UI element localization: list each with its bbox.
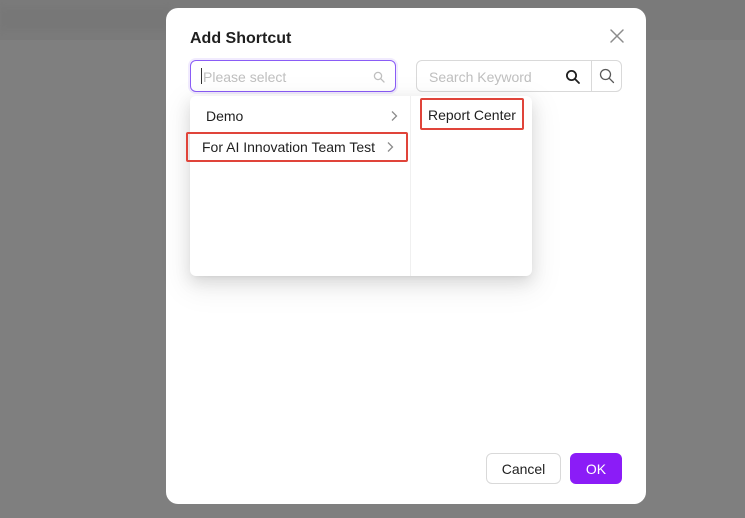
close-icon — [610, 29, 624, 43]
option-label: Report Center — [428, 107, 516, 123]
search-icon — [566, 70, 580, 84]
search-button[interactable] — [592, 61, 621, 91]
ok-button[interactable]: OK — [570, 453, 622, 484]
close-button[interactable] — [608, 27, 626, 45]
chevron-right-icon — [387, 142, 394, 152]
keyword-search: Search Keyword — [416, 60, 622, 92]
search-icon — [373, 71, 385, 83]
cascader-option-ai-innovation-team-test[interactable]: For AI Innovation Team Test — [186, 132, 408, 162]
background-blur — [0, 8, 170, 30]
cascader-menu-level1: Demo For AI Innovation Team Test — [186, 96, 411, 276]
cancel-button[interactable]: Cancel — [486, 453, 561, 484]
option-label: Demo — [206, 108, 244, 124]
cascader-option-demo[interactable]: Demo — [190, 101, 411, 131]
cascader-menu-level2: Report Center — [412, 96, 532, 276]
keyword-search-placeholder[interactable]: Search Keyword — [429, 69, 532, 85]
option-label: For AI Innovation Team Test — [202, 139, 376, 155]
cascader-option-report-center[interactable]: Report Center — [420, 98, 524, 130]
category-select-input[interactable]: Please select — [190, 60, 396, 92]
cascader-dropdown: Demo For AI Innovation Team Test Report … — [186, 96, 532, 276]
dialog-title: Add Shortcut — [190, 30, 292, 47]
text-caret — [201, 68, 202, 84]
chevron-right-icon — [391, 111, 398, 121]
category-select-placeholder: Please select — [203, 69, 287, 85]
search-icon — [599, 68, 615, 84]
